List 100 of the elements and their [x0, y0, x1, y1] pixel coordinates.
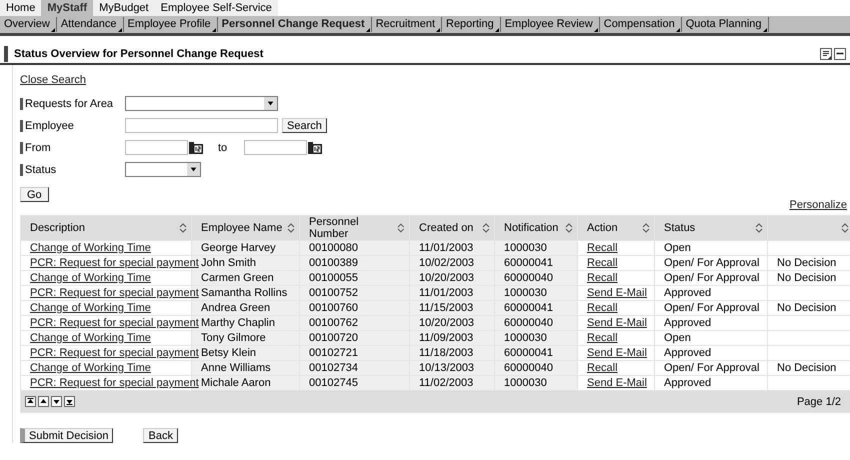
- table-cell: 11/01/2003: [410, 241, 494, 255]
- personalize-link[interactable]: Personalize: [790, 199, 847, 213]
- table-cell: No Decision: [768, 361, 850, 375]
- table-cell: 00100055: [300, 271, 409, 285]
- caret-icon[interactable]: [118, 28, 122, 32]
- submit-decision-button[interactable]: Submit Decision: [20, 428, 114, 443]
- nav-item[interactable]: Attendance: [56, 17, 124, 32]
- nav-item[interactable]: Quota Planning: [682, 17, 769, 32]
- table-cell: 11/02/2003: [410, 376, 494, 390]
- table-cell: 10/02/2003: [410, 256, 494, 270]
- table-cell: Open/ For Approval: [655, 271, 767, 285]
- column-header[interactable]: Employee Name: [192, 216, 299, 240]
- table-cell: Approved: [655, 346, 767, 360]
- table-cell: 00102734: [300, 361, 409, 375]
- table-cell: 00100080: [300, 241, 409, 255]
- nav-item[interactable]: Compensation: [600, 17, 682, 32]
- table-cell: 10/13/2003: [410, 361, 494, 375]
- close-search-link[interactable]: Close Search: [20, 74, 86, 86]
- nav-item[interactable]: Reporting: [442, 17, 501, 32]
- nav-item[interactable]: Recruitment: [372, 17, 442, 32]
- search-button[interactable]: Search: [282, 118, 327, 133]
- caret-icon[interactable]: [366, 28, 370, 32]
- table-cell: No Decision: [768, 256, 850, 270]
- nav-item[interactable]: Overview: [0, 17, 57, 32]
- column-header[interactable]: Notification: [495, 216, 577, 240]
- table-cell: Open/ For Approval: [655, 301, 767, 315]
- employee-field[interactable]: [125, 118, 278, 133]
- dropdown-field[interactable]: [125, 96, 278, 111]
- date-field[interactable]: [125, 140, 188, 155]
- table-cell: Approved: [655, 286, 767, 300]
- table-link[interactable]: PCR: Request for special payment: [30, 287, 199, 299]
- column-header[interactable]: Status: [655, 216, 767, 240]
- table-cell: 00100389: [300, 256, 409, 270]
- calendar-icon[interactable]: [308, 142, 322, 154]
- sort-icon[interactable]: [287, 223, 295, 233]
- table-cell: 11/15/2003: [410, 301, 494, 315]
- table-cell: Approved: [655, 376, 767, 390]
- table-cell: George Harvey: [192, 241, 299, 255]
- table-cell: Approved: [655, 316, 767, 330]
- column-header[interactable]: Description: [21, 216, 191, 240]
- sort-icon[interactable]: [397, 223, 405, 233]
- table-cell: 1000030: [495, 286, 577, 300]
- top-tab[interactable]: Home: [0, 0, 42, 16]
- back-button[interactable]: Back: [143, 428, 178, 443]
- page-indicator: Page 1/2: [796, 396, 841, 408]
- table-cell: 60000041: [495, 256, 577, 270]
- panel-title: Status Overview for Personnel Change Request: [14, 48, 264, 60]
- sort-icon[interactable]: [841, 223, 849, 233]
- dropdown-field[interactable]: [125, 162, 201, 177]
- table-cell: No Decision: [768, 271, 850, 285]
- sort-icon[interactable]: [642, 223, 650, 233]
- table-cell: 60000041: [495, 301, 577, 315]
- table-cell: No Decision: [768, 301, 850, 315]
- column-header[interactable]: Created on: [410, 216, 494, 240]
- table-cell: 00100752: [300, 286, 409, 300]
- scroll-down-icon[interactable]: [51, 396, 62, 407]
- go-button[interactable]: Go: [20, 187, 49, 202]
- sort-icon[interactable]: [482, 223, 490, 233]
- table-cell: 1000030: [495, 331, 577, 345]
- table-cell: 11/18/2003: [410, 346, 494, 360]
- calendar-icon[interactable]: [189, 142, 203, 154]
- column-header[interactable]: Personnel Number: [300, 216, 409, 240]
- table-cell: 00102745: [300, 376, 409, 390]
- column-header[interactable]: Action: [578, 216, 654, 240]
- table-cell: 1000030: [495, 376, 577, 390]
- table-cell: 10/20/2003: [410, 316, 494, 330]
- top-tab[interactable]: MyBudget: [93, 0, 155, 16]
- table-cell: Open: [655, 241, 767, 255]
- table-link[interactable]: PCR: Request for special payment: [30, 317, 199, 329]
- personalize-icon[interactable]: [820, 48, 832, 60]
- caret-icon[interactable]: [494, 28, 499, 32]
- table-cell: 11/01/2003: [410, 286, 494, 300]
- sort-icon[interactable]: [179, 223, 187, 233]
- top-tab[interactable]: Employee Self-Service: [154, 0, 278, 16]
- date-field[interactable]: [244, 140, 308, 155]
- caret-icon[interactable]: [676, 28, 680, 32]
- table-cell: 60000041: [495, 346, 577, 360]
- table-link[interactable]: PCR: Request for special payment: [30, 377, 199, 389]
- table-link[interactable]: PCR: Request for special payment: [30, 257, 199, 269]
- table-cell: Carmen Green: [192, 271, 299, 285]
- nav-item[interactable]: Personnel Change Request: [218, 17, 372, 32]
- sort-icon[interactable]: [565, 223, 573, 233]
- nav-item[interactable]: Employee Review: [500, 17, 600, 32]
- scroll-up-icon[interactable]: [25, 396, 36, 407]
- table-link[interactable]: PCR: Request for special payment: [30, 347, 199, 359]
- sort-icon[interactable]: [755, 223, 763, 233]
- minimize-icon[interactable]: [834, 48, 846, 60]
- caret-icon[interactable]: [594, 28, 598, 32]
- scroll-up-icon[interactable]: [38, 396, 49, 407]
- nav-item[interactable]: Employee Profile: [124, 17, 218, 32]
- table-cell: 00100762: [300, 316, 409, 330]
- table-cell: 60000040: [495, 316, 577, 330]
- top-tab[interactable]: MyStaff: [41, 0, 94, 16]
- table-cell: 00100720: [300, 331, 409, 345]
- scroll-down-icon[interactable]: [64, 396, 75, 407]
- caret-icon[interactable]: [762, 28, 767, 32]
- caret-icon[interactable]: [212, 28, 216, 32]
- to-label: to: [218, 142, 228, 154]
- caret-icon[interactable]: [50, 28, 55, 32]
- caret-icon[interactable]: [436, 28, 440, 32]
